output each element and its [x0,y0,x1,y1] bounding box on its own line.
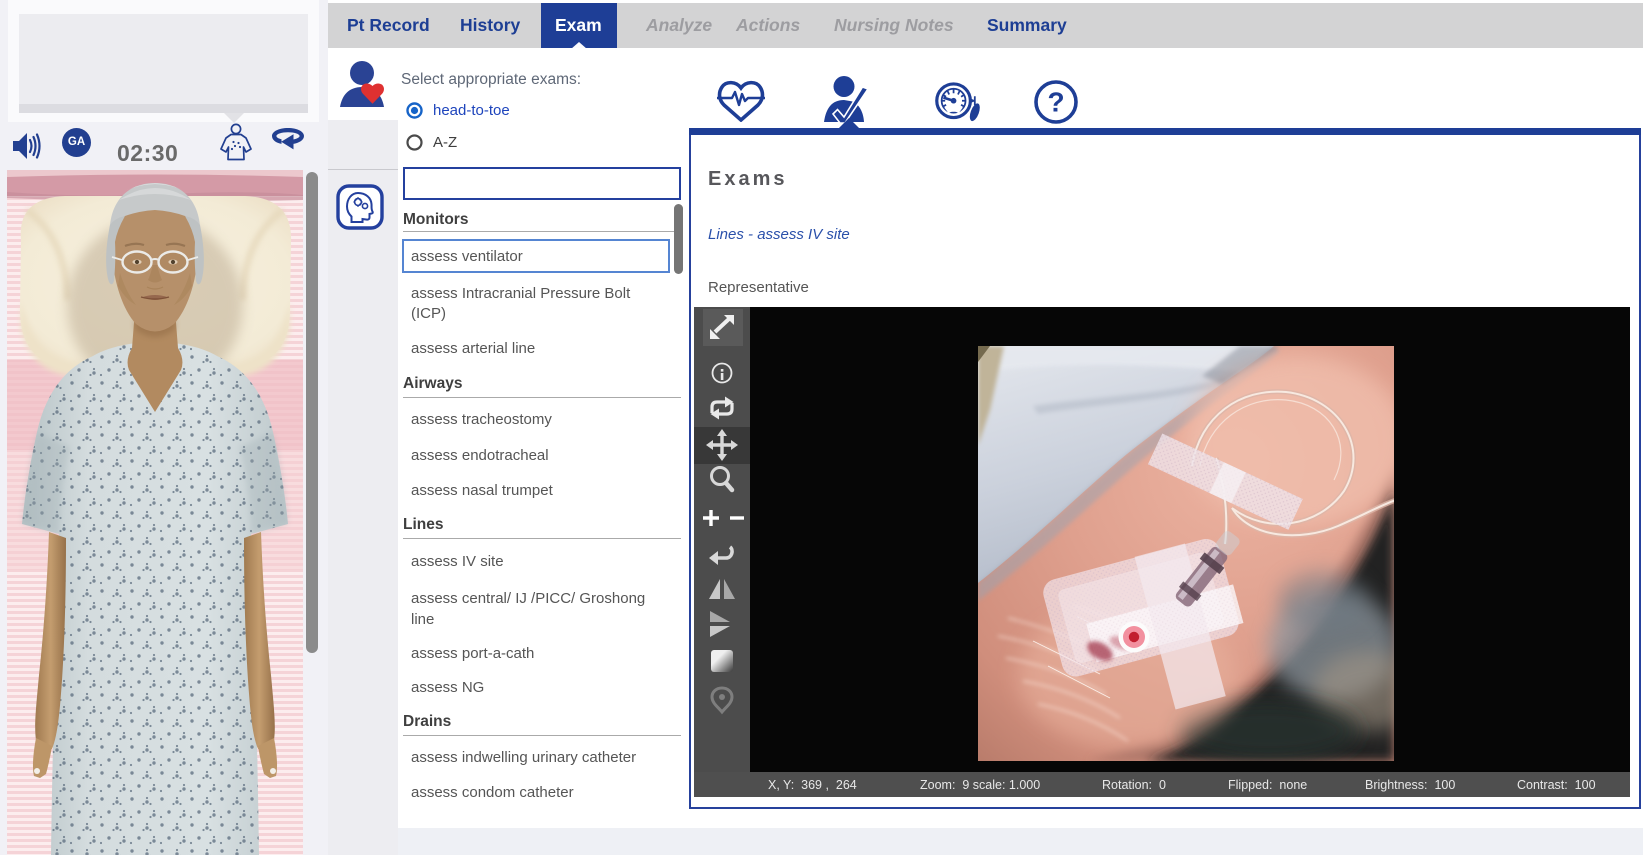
svg-text:?: ? [1047,87,1064,118]
